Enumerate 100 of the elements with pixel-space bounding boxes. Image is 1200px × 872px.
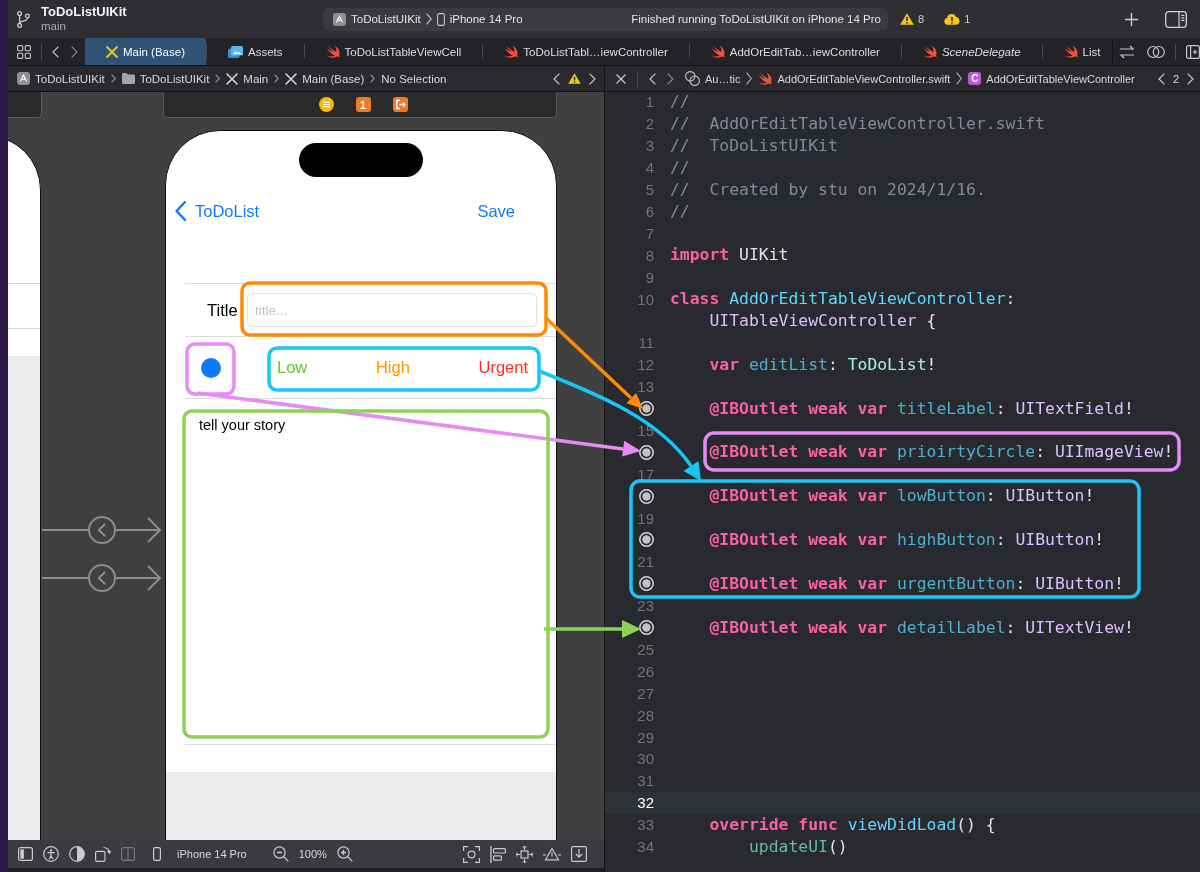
class-badge: C <box>968 72 982 85</box>
editor-tab[interactable]: AddOrEditTab…iewController <box>689 38 901 65</box>
code-line: // <box>670 200 691 223</box>
path-item[interactable]: ToDoListUIKit <box>35 72 105 85</box>
editor-tab[interactable]: Assets <box>207 38 304 65</box>
chevron-icon <box>956 72 963 85</box>
add-editor-icon[interactable] <box>1186 44 1200 59</box>
back-icon[interactable] <box>1157 72 1165 85</box>
line-number: 1 <box>645 95 654 109</box>
align-icon[interactable] <box>490 845 506 863</box>
accessibility-icon[interactable] <box>43 846 59 862</box>
back-icon[interactable] <box>649 72 656 85</box>
line-number: 28 <box>637 708 654 722</box>
bird-icon <box>504 45 519 58</box>
path-item[interactable]: AddOrEditTableViewController.swift <box>777 72 951 85</box>
status-message: Finished running ToDoListUIKit on iPhone 14 Pro <box>631 13 881 25</box>
issue-count: 1 <box>964 13 971 25</box>
overlapping-circles-icon <box>685 71 700 86</box>
bird-icon <box>1063 45 1078 58</box>
phone-icon[interactable] <box>153 847 161 861</box>
project-name: ToDoListUIKit <box>41 5 127 19</box>
cloud-warning-icon[interactable] <box>944 13 961 25</box>
forward-icon[interactable] <box>71 45 78 58</box>
path-item[interactable]: Main (Base) <box>302 72 365 85</box>
code-line: @IBOutlet weak var prioirtyCircle: UIImageView! <box>709 441 1174 464</box>
line-number: 25 <box>637 642 654 656</box>
outlet-dot-icon[interactable] <box>639 444 654 460</box>
line-number: 26 <box>637 664 654 678</box>
grid-icon[interactable] <box>17 44 31 59</box>
constraints-icon[interactable] <box>516 845 533 863</box>
priority-dot-icon <box>201 357 221 378</box>
device-menu[interactable]: iPhone 14 Pro <box>177 848 247 860</box>
app-icon <box>333 12 346 26</box>
outlet-dot-icon[interactable] <box>639 401 654 417</box>
title-field[interactable]: title... <box>247 293 537 327</box>
editor-tab[interactable]: List <box>1042 38 1112 65</box>
app-icon <box>17 72 30 85</box>
line-number: 2 <box>645 117 654 131</box>
swap-icon[interactable] <box>1119 44 1135 59</box>
back-icon[interactable] <box>553 72 560 85</box>
scheme-menu[interactable]: ToDoListUIKit <box>351 13 421 25</box>
path-item[interactable]: No Selection <box>381 72 447 85</box>
code-line: @IBOutlet weak var lowButton: UIButton! <box>709 485 1095 508</box>
line-number: 29 <box>637 730 654 744</box>
line-number: 4 <box>645 161 654 175</box>
path-item[interactable]: AddOrEditTableViewController <box>986 72 1135 85</box>
bird-icon <box>758 72 773 85</box>
line-number: 7 <box>645 226 654 240</box>
editor-tab[interactable]: SceneDelegate <box>901 38 1042 65</box>
rotate-icon[interactable] <box>95 846 111 862</box>
code-line: import UIKit <box>670 244 789 267</box>
priority-button[interactable]: Urgent <box>478 358 528 377</box>
split-view-icon[interactable] <box>121 847 135 861</box>
editor-tab[interactable]: Main (Base) <box>85 38 206 65</box>
warning-icon[interactable] <box>568 73 581 84</box>
line-number: 27 <box>637 686 654 700</box>
line-number: 30 <box>637 752 654 766</box>
code-line: // <box>670 92 691 113</box>
code-line: // AddOrEditTableViewController.swift <box>670 112 1045 135</box>
crossed-tools-icon <box>226 72 239 85</box>
forward-icon[interactable] <box>667 72 674 85</box>
bird-icon <box>710 45 725 58</box>
line-number: 5 <box>645 183 654 197</box>
overlapping-circles-icon[interactable] <box>1147 44 1165 59</box>
close-icon[interactable] <box>616 73 626 84</box>
forward-icon[interactable] <box>589 72 596 85</box>
back-button[interactable]: ToDoList <box>175 201 260 221</box>
path-item[interactable]: ToDoListUIKit <box>139 72 210 85</box>
appearance-icon[interactable] <box>69 846 85 862</box>
line-number: 8 <box>645 248 654 262</box>
destination-menu[interactable]: iPhone 14 Pro <box>449 13 523 25</box>
sidebar-icon[interactable] <box>1165 10 1187 28</box>
zoom-in-icon[interactable] <box>336 846 353 862</box>
zoom-out-icon[interactable] <box>272 846 289 862</box>
line-number: 9 <box>645 270 654 284</box>
exit-icon[interactable] <box>392 97 408 112</box>
sidebar-icon[interactable] <box>18 847 33 861</box>
line-number: 6 <box>645 204 654 218</box>
controller-icon[interactable] <box>318 97 334 112</box>
outlet-dot-icon[interactable] <box>639 620 654 636</box>
path-item[interactable]: Main <box>243 72 269 85</box>
save-button[interactable]: Save <box>477 201 515 221</box>
warning-icon[interactable] <box>900 13 914 25</box>
line-number: 12 <box>637 358 654 372</box>
update-frames-icon[interactable] <box>463 845 480 863</box>
add-icon[interactable] <box>1125 12 1138 26</box>
branch-icon <box>17 10 30 28</box>
back-icon[interactable] <box>52 45 59 58</box>
outlet-dot-icon[interactable] <box>639 576 654 592</box>
editor-tab[interactable]: ToDoListTabl…iewController <box>483 38 689 65</box>
line-number: 19 <box>637 511 654 525</box>
editor-tab[interactable]: ToDoListTableViewCell <box>304 38 483 65</box>
triangle-icon[interactable] <box>543 847 561 861</box>
line-number: 13 <box>637 380 654 394</box>
outlet-dot-icon[interactable] <box>639 488 654 504</box>
path-item[interactable]: Au…tic <box>705 72 741 85</box>
folder-icon <box>121 73 135 84</box>
forward-icon[interactable] <box>1187 72 1194 85</box>
code-line: class AddOrEditTableViewController: UITableViewController { <box>670 288 1017 332</box>
outlet-dot-icon[interactable] <box>639 532 654 548</box>
